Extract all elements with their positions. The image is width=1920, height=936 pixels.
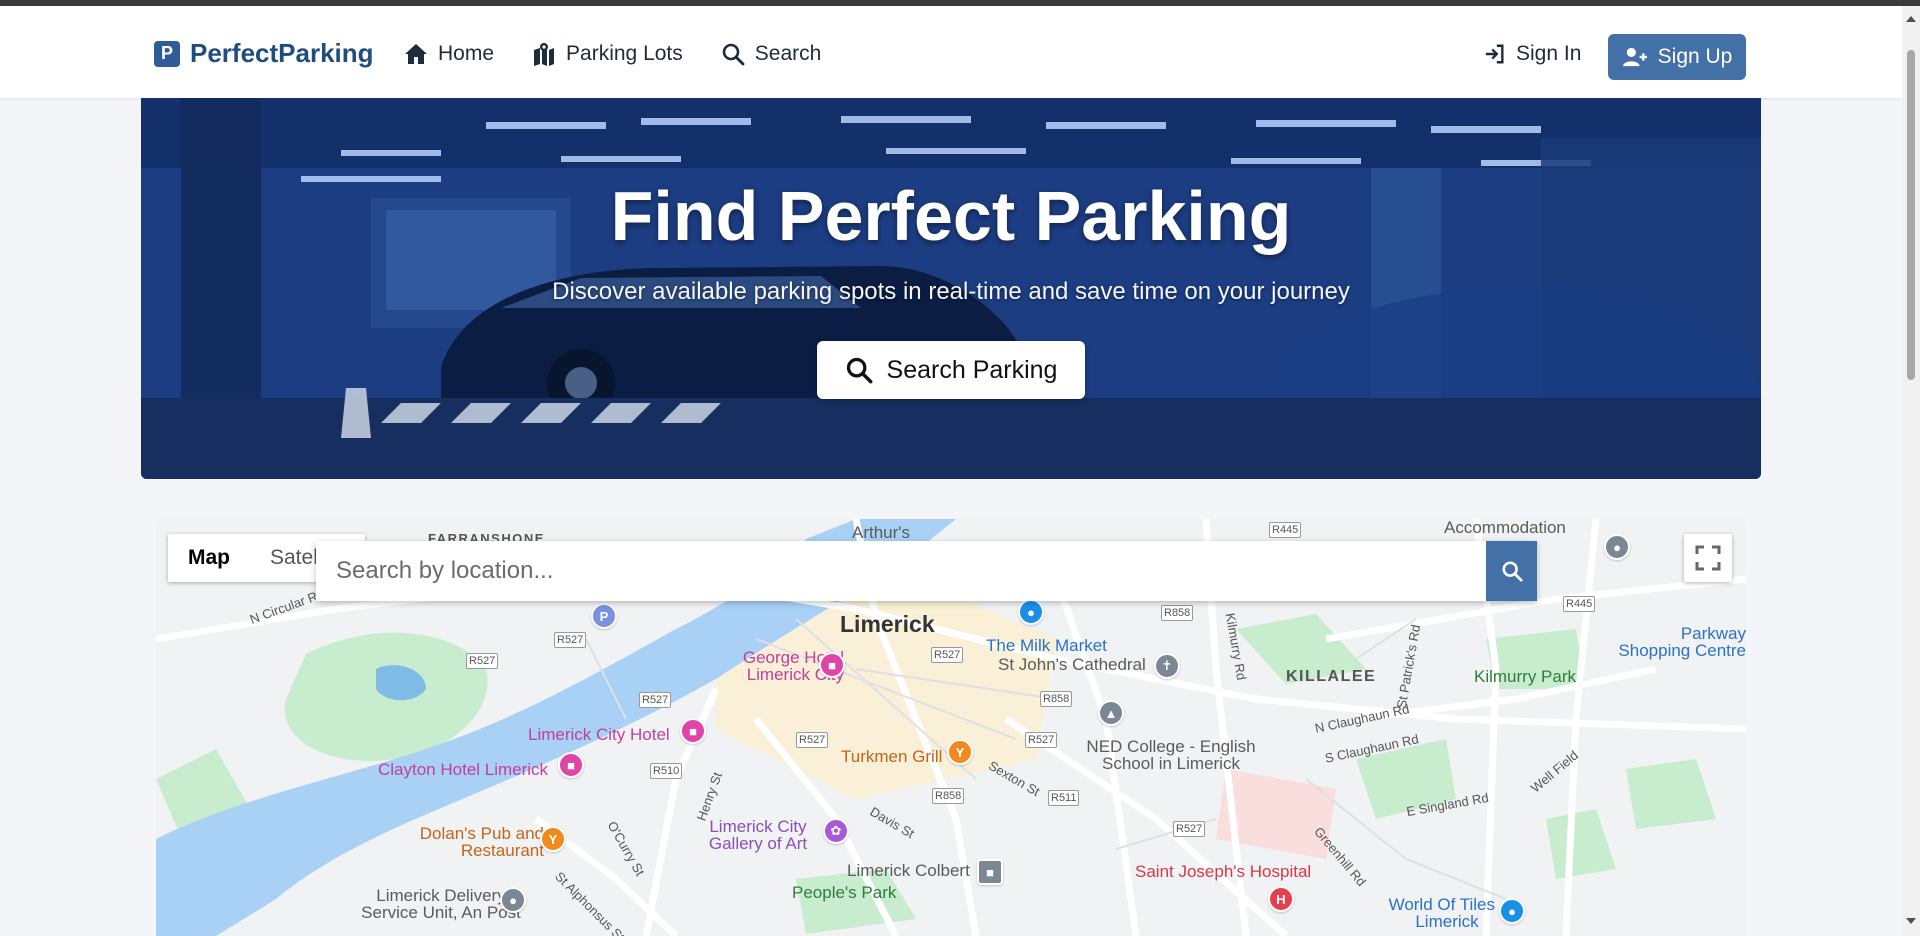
map-label-milk-market: The Milk Market xyxy=(986,636,1107,655)
hospital-pin-icon[interactable]: H xyxy=(1268,886,1294,912)
road-shield-r527: R527 xyxy=(1173,821,1206,837)
road-shield-r527: R527 xyxy=(1025,732,1058,748)
nav-links: Home Parking Lots Search xyxy=(404,42,821,66)
home-icon xyxy=(405,44,427,64)
shopping-pin-icon[interactable]: ● xyxy=(1018,599,1044,625)
scroll-up-arrow-icon[interactable] xyxy=(1906,16,1916,22)
location-pin-icon[interactable]: ● xyxy=(1604,534,1630,560)
map-label-clayton: Clayton Hotel Limerick xyxy=(378,760,549,779)
map-label-accommodation: Accommodation xyxy=(1444,519,1566,537)
map-label-peoples-park: People's Park xyxy=(792,883,897,902)
scroll-down-arrow-icon[interactable] xyxy=(1906,918,1916,924)
brand-name: PerfectParking xyxy=(190,38,374,68)
hotel-pin-icon[interactable]: ■ xyxy=(558,752,584,778)
road-shield-r858: R858 xyxy=(1161,605,1194,621)
parking-map[interactable]: Limerick The Milk Market St John's Cathe… xyxy=(156,519,1746,936)
page-scrollbar[interactable] xyxy=(1902,6,1920,936)
map-label-killalee: KILLALEE xyxy=(1286,668,1377,685)
location-search-input[interactable] xyxy=(316,541,1486,601)
map-marked-icon xyxy=(534,43,555,66)
sign-in-label: Sign In xyxy=(1516,42,1582,65)
map-type-map-button[interactable]: Map xyxy=(168,534,250,582)
map-label-world-of-tiles: World Of Tiles - Limerick xyxy=(1388,895,1506,931)
road-shield-r527: R527 xyxy=(466,653,499,669)
map-label-kilmurry-park: Kilmurry Park xyxy=(1474,667,1577,686)
restaurant-pin-icon[interactable]: Y xyxy=(540,826,566,852)
hotel-pin-icon[interactable]: ■ xyxy=(819,652,845,678)
road-shield-r858: R858 xyxy=(1040,691,1073,707)
parking-pin-icon[interactable]: P xyxy=(591,603,617,629)
map-label-ned: NED College - English School in Limerick xyxy=(1086,737,1256,773)
map-label-city-hotel: Limerick City Hotel xyxy=(528,725,670,744)
church-pin-icon[interactable]: ✝ xyxy=(1154,653,1180,679)
road-shield-r511: R511 xyxy=(1048,790,1080,806)
nav-search-label: Search xyxy=(754,42,822,65)
road-shield-r445: R445 xyxy=(1563,596,1596,612)
road-shield-r858: R858 xyxy=(932,788,965,804)
map-label-st-josephs: Saint Joseph's Hospital xyxy=(1135,862,1312,881)
parking-logo-icon: P xyxy=(154,40,180,67)
user-plus-icon xyxy=(1622,47,1647,67)
search-icon xyxy=(846,357,872,384)
location-search-button[interactable] xyxy=(1486,541,1537,601)
sign-up-button[interactable]: Sign Up xyxy=(1608,34,1746,80)
scroll-thumb[interactable] xyxy=(1907,50,1915,380)
hero-banner: Find Perfect Parking Discover available … xyxy=(141,98,1761,479)
map-label-st-johns: St John's Cathedral xyxy=(998,655,1146,674)
navbar: P PerfectParking Home Parking Lots Searc… xyxy=(0,6,1902,98)
map-label-turkmen: Turkmen Grill xyxy=(841,747,943,766)
map-label-dolans: Dolan's Pub and Restaurant xyxy=(419,824,544,860)
hotel-pin-icon[interactable]: ■ xyxy=(680,718,706,744)
nav-parking-lots[interactable]: Parking Lots xyxy=(532,42,683,66)
map-search-bar xyxy=(316,541,1537,601)
restaurant-pin-icon[interactable]: Y xyxy=(947,739,973,765)
search-icon xyxy=(722,43,745,66)
fullscreen-icon xyxy=(1695,545,1721,571)
train-station-icon[interactable]: ■ xyxy=(977,859,1003,885)
nav-parking-lots-label: Parking Lots xyxy=(566,42,683,65)
sign-in-icon xyxy=(1485,44,1504,64)
store-pin-icon[interactable]: ● xyxy=(1499,898,1525,924)
sign-up-label: Sign Up xyxy=(1657,45,1733,68)
museum-pin-icon[interactable]: ✿ xyxy=(823,818,849,844)
fullscreen-button[interactable] xyxy=(1684,534,1732,582)
nav-home-label: Home xyxy=(438,42,495,65)
search-icon xyxy=(1501,561,1523,582)
brand-logo-link[interactable]: P PerfectParking xyxy=(154,38,374,69)
nav-home[interactable]: Home xyxy=(404,42,494,66)
post-office-pin-icon[interactable]: ● xyxy=(500,887,526,913)
school-pin-icon[interactable]: ▲ xyxy=(1098,700,1124,726)
hero-title: Find Perfect Parking xyxy=(610,177,1292,255)
road-shield-r445: R445 xyxy=(1269,522,1302,538)
search-parking-button[interactable]: Search Parking xyxy=(817,341,1085,399)
sign-in-link[interactable]: Sign In xyxy=(1484,42,1581,66)
road-shield-r527: R527 xyxy=(931,647,964,663)
map-label-arthurs: Arthur's xyxy=(852,523,911,542)
road-shield-r510: R510 xyxy=(650,763,683,779)
nav-search[interactable]: Search xyxy=(721,42,822,66)
search-parking-label: Search Parking xyxy=(886,355,1058,384)
map-label-parkway: Parkway Shopping Centre xyxy=(1618,624,1746,660)
road-shield-r527: R527 xyxy=(639,692,672,708)
map-label-colbert: Limerick Colbert xyxy=(847,861,970,880)
map-label-gallery: Limerick City Gallery of Art xyxy=(708,817,808,853)
road-shield-r527: R527 xyxy=(796,732,829,748)
road-shield-r527: R527 xyxy=(554,632,587,648)
hero-subtitle: Discover available parking spots in real… xyxy=(552,278,1350,305)
map-label-limerick: Limerick xyxy=(840,611,935,637)
